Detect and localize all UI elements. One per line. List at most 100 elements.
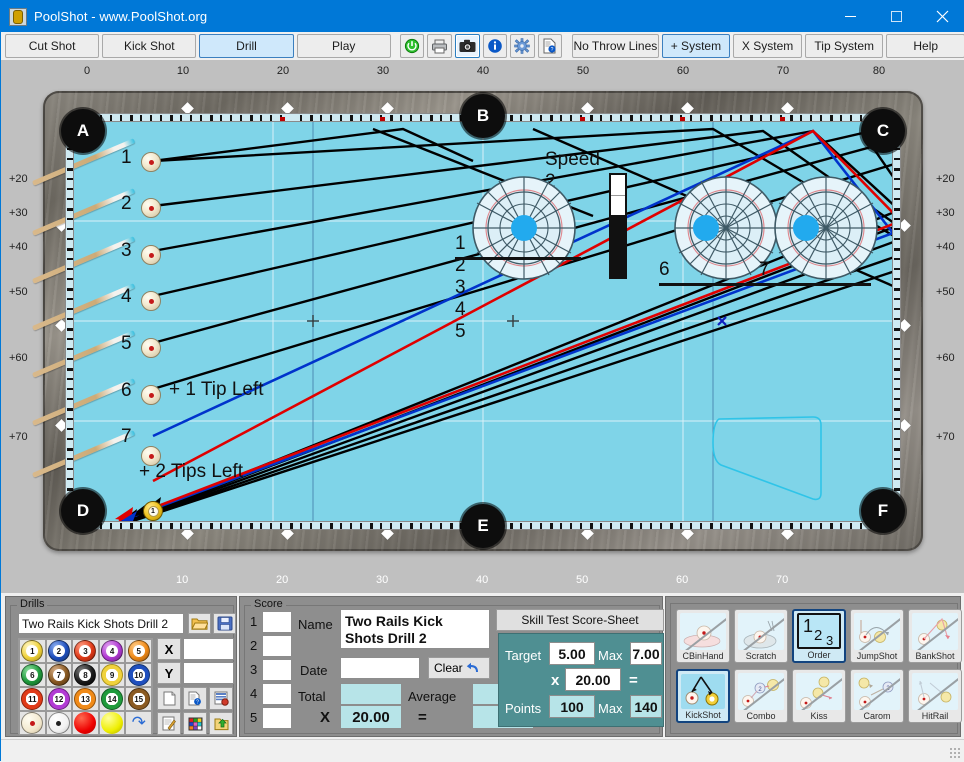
- drill-ball-8[interactable]: 8: [72, 663, 99, 687]
- shot-type-kiss[interactable]: Kiss: [792, 669, 846, 723]
- option-plus-system[interactable]: + System: [661, 34, 731, 58]
- shot-type-hitrail[interactable]: HitRail: [908, 669, 962, 723]
- shot-type-scratch[interactable]: Scratch: [734, 609, 788, 663]
- new-document-icon[interactable]: [157, 687, 181, 710]
- pool-table-area[interactable]: 0 10 20 30 40 50 60 70 80 +20 +30 +40 +5…: [1, 60, 964, 593]
- cue-ball[interactable]: [141, 245, 161, 265]
- tab-play[interactable]: Play: [296, 34, 391, 58]
- gear-icon[interactable]: [510, 34, 535, 58]
- drill-ball-11[interactable]: 11: [19, 687, 46, 711]
- spin-target-wheel[interactable]: [471, 175, 577, 281]
- shot-type-jumpshot[interactable]: JumpShot: [850, 609, 904, 663]
- pool-table[interactable]: 1 2 3 4 5 6 7 1 + 1 Tip Left + 2 Tips Le…: [32, 91, 923, 551]
- option-no-throw-lines[interactable]: No Throw Lines: [572, 34, 659, 58]
- pocket-d[interactable]: D: [61, 489, 105, 533]
- drill-ball-3[interactable]: 3: [72, 639, 99, 663]
- document-help-icon[interactable]: ?: [537, 34, 563, 58]
- help-button[interactable]: Help: [886, 34, 964, 58]
- option-tip-system[interactable]: Tip System: [804, 34, 884, 58]
- target-max-value[interactable]: 7.00: [630, 642, 662, 665]
- maximize-button[interactable]: [873, 1, 919, 32]
- clear-button[interactable]: Clear: [428, 657, 490, 679]
- drill-ball-4[interactable]: 4: [98, 639, 126, 663]
- drill-ball-6[interactable]: 6: [19, 663, 46, 687]
- option-x-system[interactable]: X System: [733, 34, 802, 58]
- camera-icon[interactable]: [454, 34, 480, 58]
- cue-ball[interactable]: [141, 152, 161, 172]
- document-help-icon[interactable]: ?: [183, 687, 207, 710]
- drill-ball-12[interactable]: 12: [45, 687, 73, 711]
- object-ball[interactable]: 1: [143, 501, 163, 521]
- shot-type-bankshot[interactable]: BankShot: [908, 609, 962, 663]
- shot-type-order[interactable]: 1 2 3 Order: [792, 609, 846, 663]
- drill-reset-icon[interactable]: ↷: [125, 711, 152, 735]
- pocket-b[interactable]: B: [461, 94, 505, 138]
- drill-ball-1[interactable]: 1: [19, 639, 46, 663]
- shot-type-combo[interactable]: 2 Combo: [734, 669, 788, 723]
- info-icon[interactable]: [482, 34, 508, 58]
- floppy-save-icon[interactable]: [213, 613, 236, 634]
- table-report-icon[interactable]: [209, 687, 233, 710]
- cue-ball[interactable]: [141, 338, 161, 358]
- tab-cut-shot[interactable]: Cut Shot: [5, 34, 100, 58]
- x-input[interactable]: [183, 638, 234, 660]
- cue-ball[interactable]: [141, 291, 161, 311]
- y-input[interactable]: [183, 662, 234, 684]
- drill-ball-5[interactable]: 5: [125, 639, 152, 663]
- date-input[interactable]: [340, 657, 420, 679]
- rail-ruler-right[interactable]: [892, 123, 901, 519]
- drill-ball-2[interactable]: 2: [45, 639, 73, 663]
- drill-ball-13[interactable]: 13: [72, 687, 99, 711]
- close-button[interactable]: [919, 1, 964, 32]
- shot-type-kickshot[interactable]: KickShot: [676, 669, 730, 723]
- score-row-input-4[interactable]: [262, 683, 292, 705]
- score-row-input-1[interactable]: [262, 611, 292, 633]
- score-name-input[interactable]: Two Rails Kick Shots Drill 2: [340, 609, 490, 649]
- folder-open-icon[interactable]: [188, 613, 211, 634]
- shot-type-carom[interactable]: 2 Carom: [850, 669, 904, 723]
- resize-grip[interactable]: [949, 747, 961, 759]
- drill-ball-14[interactable]: 14: [98, 687, 126, 711]
- score-row-input-2[interactable]: [262, 635, 292, 657]
- minimize-button[interactable]: [827, 1, 873, 32]
- rail-ruler-left[interactable]: [65, 123, 74, 519]
- drill-name-input[interactable]: Two Rails Kick Shots Drill 2: [18, 613, 184, 634]
- target-value[interactable]: 5.00: [549, 642, 595, 665]
- equals-label: =: [418, 709, 427, 726]
- tab-drill[interactable]: Drill: [199, 34, 294, 58]
- drill-ball-15[interactable]: 15: [125, 687, 152, 711]
- cue-ball[interactable]: [141, 198, 161, 218]
- points-label: Points: [505, 701, 542, 716]
- color-palette-icon[interactable]: [183, 712, 207, 735]
- pocket-c[interactable]: C: [861, 109, 905, 153]
- multiplier-input[interactable]: 20.00: [340, 705, 402, 729]
- export-folder-icon[interactable]: [209, 712, 233, 735]
- speed-bar[interactable]: [609, 173, 627, 279]
- score-row-input-3[interactable]: [262, 659, 292, 681]
- drill-ball-yellow[interactable]: [98, 711, 126, 735]
- drill-ball-10[interactable]: 10: [125, 663, 152, 687]
- skill-multiplier-value[interactable]: 20.00: [565, 668, 621, 691]
- drill-ball-cue-red-dot[interactable]: [19, 711, 46, 735]
- x-button[interactable]: X: [157, 638, 181, 660]
- table-cloth[interactable]: 1 2 3 4 5 6 7 1 + 1 Tip Left + 2 Tips Le…: [32, 121, 893, 521]
- cue-ball[interactable]: [141, 385, 161, 405]
- ruler-top-tick-0: 0: [83, 65, 91, 77]
- tab-kick-shot[interactable]: Kick Shot: [102, 34, 197, 58]
- shot-type-cbinhand[interactable]: CBinHand: [676, 609, 730, 663]
- score-row-input-5[interactable]: [262, 707, 292, 729]
- printer-icon[interactable]: [427, 34, 452, 58]
- drill-ball-grid[interactable]: 1 2 3 4 5 6 7 8 9 10 11 12 13 14 15 ↷: [18, 638, 153, 735]
- drill-ball-7[interactable]: 7: [45, 663, 73, 687]
- pocket-e[interactable]: E: [461, 504, 505, 548]
- drill-ball-cue-black-dot[interactable]: [45, 711, 73, 735]
- drill-ball-9[interactable]: 9: [98, 663, 126, 687]
- edit-note-icon[interactable]: [157, 712, 181, 735]
- pocket-f[interactable]: F: [861, 489, 905, 533]
- spin-target-wheel[interactable]: [773, 175, 879, 281]
- y-button[interactable]: Y: [157, 662, 181, 684]
- power-icon[interactable]: [399, 34, 425, 58]
- pocket-a[interactable]: A: [61, 109, 105, 153]
- drill-ball-red[interactable]: [72, 711, 99, 735]
- app-icon: [9, 7, 27, 26]
